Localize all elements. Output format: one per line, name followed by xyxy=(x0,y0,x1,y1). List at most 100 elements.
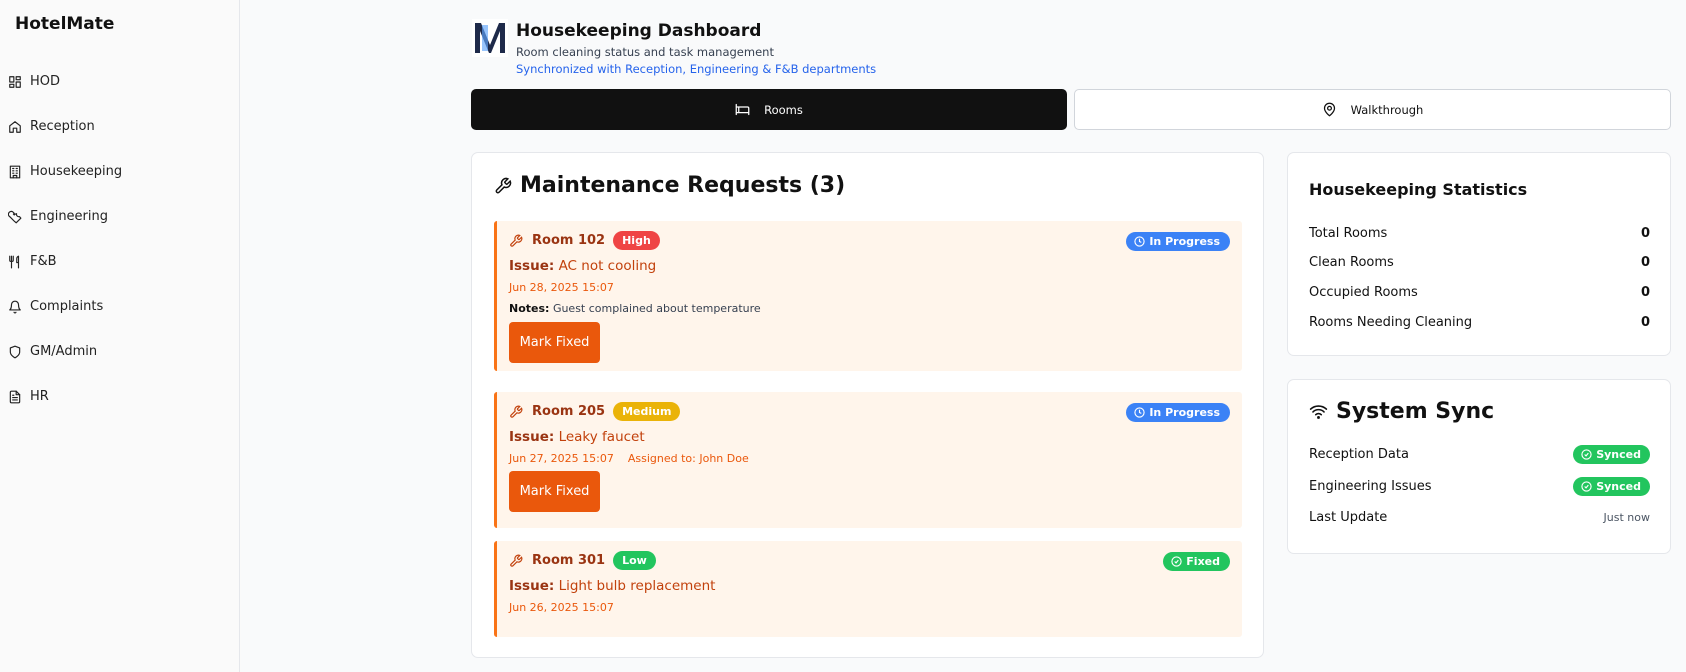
sync-note: Synchronized with Reception, Engineering… xyxy=(516,62,877,76)
synced-label: Synced xyxy=(1596,448,1641,461)
last-update-value: Just now xyxy=(1603,511,1650,524)
wifi-icon xyxy=(1309,405,1328,419)
tab-label: Walkthrough xyxy=(1350,102,1424,117)
stat-value: 0 xyxy=(1640,255,1650,270)
priority-badge: High xyxy=(613,231,660,250)
status-label: Fixed xyxy=(1186,555,1220,568)
issue-text: Light bulb replacement xyxy=(558,578,716,594)
sync-label: Reception Data xyxy=(1309,447,1409,462)
room-number: Room 301 xyxy=(532,553,606,568)
synced-badge: Synced xyxy=(1573,445,1650,464)
housekeeping-statistics-card: Housekeeping Statistics Total Rooms 0 Cle… xyxy=(1287,152,1671,356)
synced-label: Synced xyxy=(1596,480,1641,493)
request-header: Room 301 Low xyxy=(509,551,656,570)
priority-badge: Low xyxy=(613,551,656,570)
sidebar-item-hod[interactable]: HOD xyxy=(8,59,232,104)
check-circle-icon xyxy=(1581,481,1592,492)
notes-text: Guest complained about temperature xyxy=(552,302,761,315)
mark-fixed-button[interactable]: Mark Fixed xyxy=(509,322,600,363)
stat-value: 0 xyxy=(1640,226,1650,241)
brand-name: HotelMate xyxy=(15,14,115,34)
request-date: Jun 27, 2025 15:07 xyxy=(509,452,614,465)
request-date-line: Jun 27, 2025 15:07 Assigned to: John Doe xyxy=(509,452,749,465)
sidebar-item-hr[interactable]: HR xyxy=(8,374,232,419)
wrench-icon xyxy=(510,405,523,418)
issue-text: AC not cooling xyxy=(558,258,657,274)
status-badge: Fixed xyxy=(1163,552,1230,571)
sidebar-item-label: Housekeeping xyxy=(30,164,123,179)
page-subtitle: Room cleaning status and task management xyxy=(516,45,774,59)
sidebar-item-label: GM/Admin xyxy=(30,344,98,359)
sidebar: HotelMate HOD Reception Housekeeping Eng… xyxy=(0,0,240,672)
maintenance-title-text: Maintenance Requests (3) xyxy=(520,173,846,198)
sidebar-item-housekeeping[interactable]: Housekeeping xyxy=(8,149,232,194)
sidebar-item-fnb[interactable]: F&B xyxy=(8,239,232,284)
check-circle-icon xyxy=(1171,556,1182,567)
maintenance-requests-card: Maintenance Requests (3) Room 102 High I… xyxy=(471,152,1264,658)
wrench-icon xyxy=(510,554,523,567)
sync-label: Last Update xyxy=(1309,510,1388,525)
sync-label: Engineering Issues xyxy=(1309,479,1432,494)
status-badge: In Progress xyxy=(1126,403,1230,422)
tab-walkthrough[interactable]: Walkthrough xyxy=(1074,89,1671,130)
stat-label: Clean Rooms xyxy=(1309,255,1394,270)
issue-label: Issue: xyxy=(509,578,555,594)
sidebar-nav: HOD Reception Housekeeping Engineering F… xyxy=(8,59,232,419)
map-pin-icon xyxy=(1323,102,1335,117)
bed-icon xyxy=(735,103,750,116)
issue-line: Issue: Leaky faucet xyxy=(509,429,645,445)
request-header: Room 205 Medium xyxy=(509,402,681,421)
priority-badge: Medium xyxy=(613,402,681,421)
clock-icon xyxy=(1134,236,1145,247)
sidebar-item-complaints[interactable]: Complaints xyxy=(8,284,232,329)
synced-badge: Synced xyxy=(1573,477,1650,496)
mark-fixed-button[interactable]: Mark Fixed xyxy=(509,471,600,512)
status-label: In Progress xyxy=(1149,235,1220,248)
sync-row: Engineering Issues Synced xyxy=(1309,477,1650,496)
stat-label: Total Rooms xyxy=(1309,226,1388,241)
request-header: Room 102 High xyxy=(509,231,660,250)
issue-text: Leaky faucet xyxy=(558,429,645,445)
notes-line: Notes: Guest complained about temperatur… xyxy=(509,302,761,315)
sidebar-item-reception[interactable]: Reception xyxy=(8,104,232,149)
sync-title-text: System Sync xyxy=(1336,399,1495,424)
issue-label: Issue: xyxy=(509,429,555,445)
stat-label: Occupied Rooms xyxy=(1309,285,1418,300)
assigned-to: Assigned to: John Doe xyxy=(627,452,749,465)
check-circle-icon xyxy=(1581,449,1592,460)
sidebar-item-label: Complaints xyxy=(30,299,104,314)
document-icon xyxy=(8,390,22,404)
bell-icon xyxy=(8,300,22,314)
stat-row: Rooms Needing Cleaning 0 xyxy=(1309,315,1650,330)
tab-rooms[interactable]: Rooms xyxy=(471,89,1067,130)
room-number: Room 102 xyxy=(532,233,606,248)
sidebar-item-label: HR xyxy=(30,389,49,404)
building-icon xyxy=(8,165,22,179)
sidebar-item-label: Reception xyxy=(30,119,95,134)
sync-title: System Sync xyxy=(1309,399,1494,424)
sync-row: Reception Data Synced xyxy=(1309,445,1650,464)
maintenance-title: Maintenance Requests (3) xyxy=(494,173,845,198)
stat-value: 0 xyxy=(1640,315,1650,330)
wrench-icon xyxy=(495,177,512,193)
request-date: Jun 28, 2025 15:07 xyxy=(509,281,614,294)
stats-title: Housekeeping Statistics xyxy=(1309,180,1528,199)
maintenance-request: Room 102 High In Progress Issue: AC not … xyxy=(494,221,1242,371)
home-icon xyxy=(8,120,22,134)
sidebar-item-engineering[interactable]: Engineering xyxy=(8,194,232,239)
stat-row: Occupied Rooms 0 xyxy=(1309,285,1650,300)
clock-icon xyxy=(1134,407,1145,418)
sidebar-item-label: Engineering xyxy=(30,209,108,224)
sidebar-item-label: HOD xyxy=(30,74,61,89)
tab-label: Rooms xyxy=(764,102,803,117)
sidebar-item-gm-admin[interactable]: GM/Admin xyxy=(8,329,232,374)
stat-row: Clean Rooms 0 xyxy=(1309,255,1650,270)
stat-label: Rooms Needing Cleaning xyxy=(1309,315,1473,330)
status-label: In Progress xyxy=(1149,406,1220,419)
header-text: Housekeeping Dashboard Room cleaning sta… xyxy=(516,21,1016,76)
status-badge: In Progress xyxy=(1126,232,1230,251)
wrench-icon xyxy=(8,210,22,224)
hotel-logo xyxy=(472,19,508,57)
maintenance-request: Room 301 Low Fixed Issue: Light bulb rep… xyxy=(494,541,1242,637)
sidebar-item-label: F&B xyxy=(30,254,57,269)
